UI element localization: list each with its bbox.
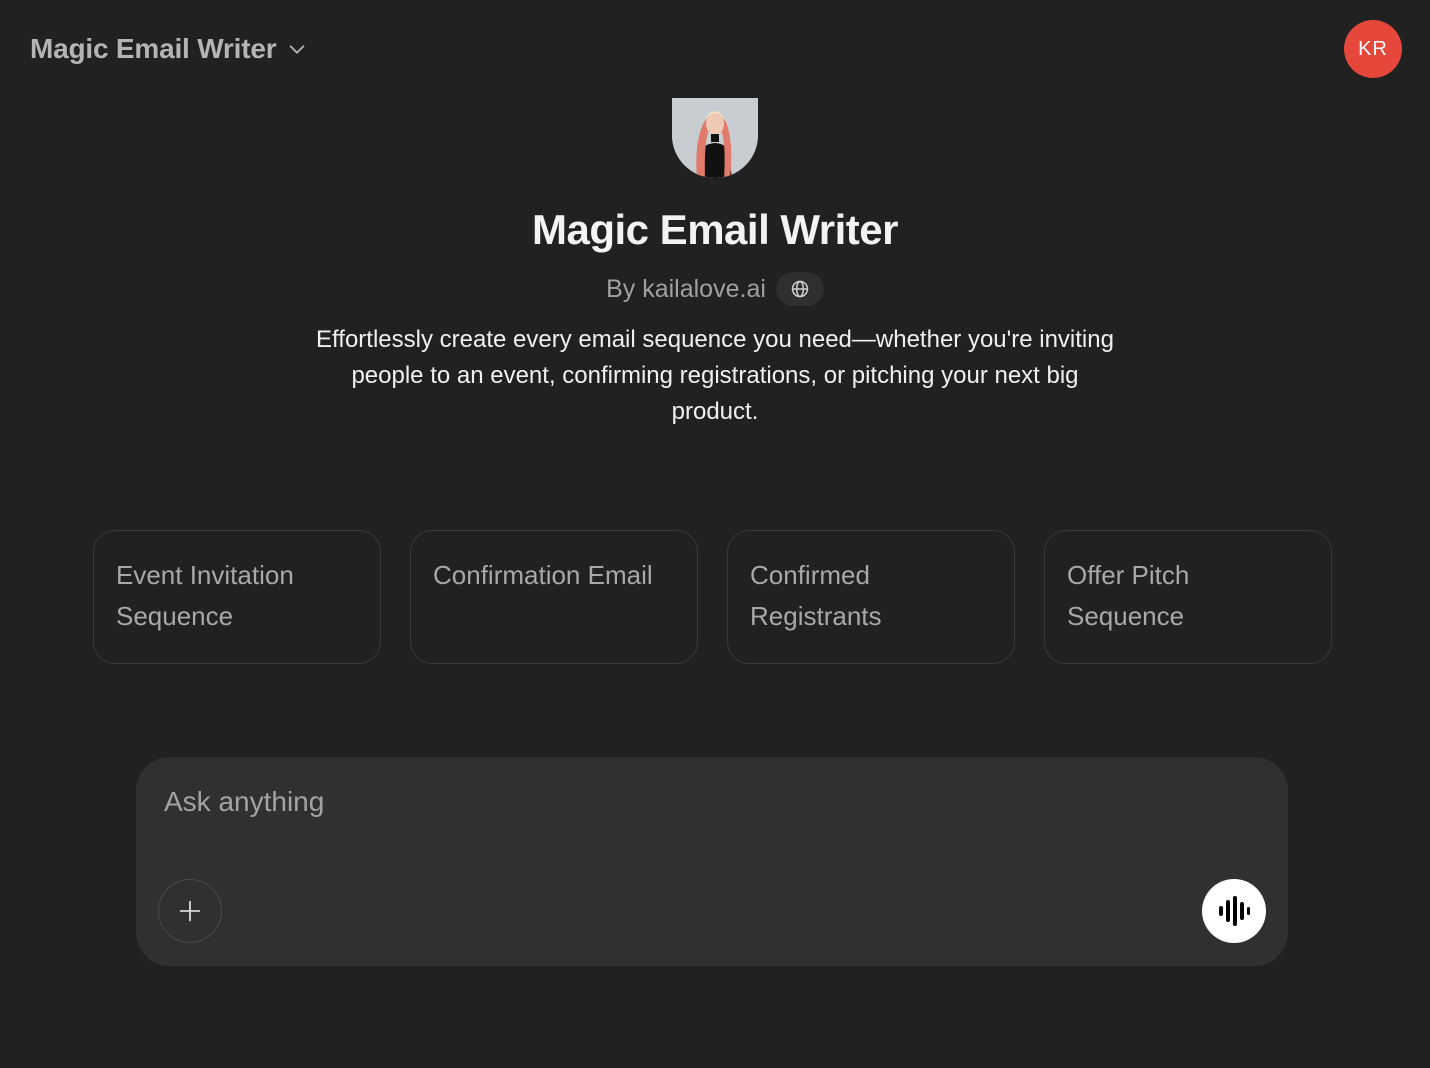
gpt-description: Effortlessly create every email sequence… <box>316 326 1114 425</box>
voice-mode-button[interactable] <box>1202 879 1266 943</box>
user-initials: KR <box>1358 37 1388 60</box>
starter-card[interactable]: Offer Pitch Sequence <box>1044 530 1332 664</box>
starter-label: Event Invitation Sequence <box>116 560 294 631</box>
starter-card[interactable]: Event Invitation Sequence <box>93 530 381 664</box>
gpt-avatar <box>672 98 758 178</box>
author-row: By kailalove.ai <box>606 272 824 306</box>
user-avatar[interactable]: KR <box>1344 20 1402 78</box>
gpt-title: Magic Email Writer <box>531 206 899 253</box>
top-bar: Magic Email Writer KR <box>0 0 1430 98</box>
starter-card[interactable]: Confirmation Email <box>410 530 698 664</box>
model-switcher[interactable]: Magic Email Writer <box>18 26 320 72</box>
globe-icon <box>790 279 810 299</box>
starter-label: Confirmation Email <box>433 560 653 590</box>
starter-card[interactable]: Confirmed Registrants <box>727 530 1015 664</box>
chevron-down-icon <box>286 38 308 60</box>
starter-label: Confirmed Registrants <box>750 560 882 631</box>
starter-label: Offer Pitch Sequence <box>1067 560 1190 631</box>
model-name: Magic Email Writer <box>30 33 277 64</box>
gpt-author: By kailalove.ai <box>606 274 766 303</box>
author-website-button[interactable] <box>775 272 824 306</box>
plus-icon <box>176 897 204 925</box>
message-input[interactable] <box>164 779 1164 825</box>
voice-waveform-icon <box>1217 896 1251 926</box>
message-composer <box>136 757 1288 966</box>
conversation-starters: Event Invitation Sequence Confirmation E… <box>93 530 1332 664</box>
attach-button[interactable] <box>158 879 222 943</box>
gpt-intro: Magic Email Writer By kailalove.ai Effor… <box>0 98 1430 430</box>
